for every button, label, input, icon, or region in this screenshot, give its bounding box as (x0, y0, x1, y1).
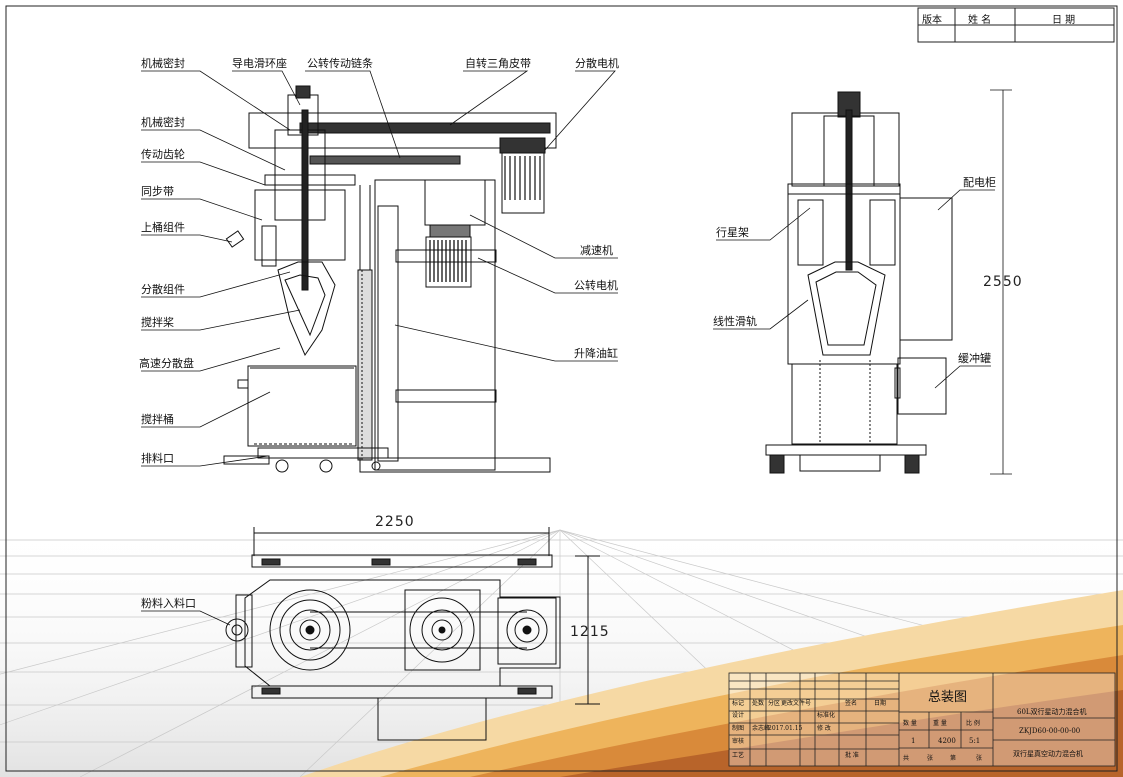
callout-disperser-motor: 分散电机 (575, 57, 619, 70)
callout-mechanical-seal-top: 机械密封 (141, 57, 185, 70)
side-leaders (713, 189, 995, 389)
tb-stat-quantity: 数 量 (903, 720, 917, 727)
callout-lift-cylinder: 升降油缸 (574, 347, 618, 360)
tb-drawn-date: 2017.01.15 (768, 725, 803, 732)
callout-revolution-chain: 公转传动链条 (307, 57, 373, 70)
callout-powder-inlet: 粉料入料口 (141, 597, 196, 610)
callout-reducer: 减速机 (580, 244, 613, 257)
callout-slip-ring-seat: 导电滑环座 (232, 57, 287, 70)
tb-sheet-total-suffix: 张 (927, 755, 934, 762)
rev-header-name: 姓 名 (968, 15, 992, 26)
revision-table (917, 7, 1115, 43)
tb-process: 工艺 (732, 752, 745, 759)
callout-agitator-paddle: 搅拌桨 (141, 316, 174, 329)
callout-upper-tank-assembly: 上桶组件 (141, 221, 185, 234)
drawing-sheet: 版本 姓 名 日 期 机械密封 导电滑环座 公转传动链条 自转三角皮带 分散电机… (0, 0, 1123, 777)
dimension-width: 1215 (570, 624, 610, 640)
dimension-length: 2250 (375, 514, 415, 530)
callout-discharge-port: 排料口 (141, 452, 174, 465)
rev-header-date: 日 期 (1052, 15, 1076, 26)
tb-stat-weight: 重 量 (933, 720, 947, 727)
callout-buffer-tank: 缓冲罐 (958, 352, 991, 365)
tb-date: 日期 (874, 700, 887, 707)
tb-sheet-no-suffix: 张 (976, 755, 983, 762)
callout-rotation-vbelt: 自转三角皮带 (465, 57, 531, 70)
callout-control-cabinet: 配电柜 (963, 176, 996, 189)
tb-product-name: 60L双行星动力混合机 (1017, 708, 1087, 716)
tb-quantity-value: 1 (911, 737, 916, 745)
drawing-title: 总装图 (928, 690, 968, 705)
rev-header-version: 版本 (922, 15, 942, 26)
tb-drawn: 制图 (732, 725, 745, 732)
tb-sheet-total-prefix: 共 (903, 755, 910, 762)
tb-mark: 标记 (732, 700, 745, 707)
callout-high-speed-disc: 高速分散盘 (139, 357, 194, 370)
callout-mixing-tank: 搅拌桶 (141, 413, 174, 426)
callout-drive-gear: 传动齿轮 (141, 148, 185, 161)
callout-linear-rail: 线性滑轨 (713, 315, 757, 328)
tb-weight-value: 4200 (938, 737, 956, 745)
side-view (765, 91, 953, 474)
tb-zone: 分区 (768, 700, 781, 707)
tb-sheet-no-prefix: 第 (950, 755, 957, 762)
tb-count: 处数 (752, 700, 765, 707)
tb-review: 审核 (732, 738, 745, 745)
tb-signature: 签名 (845, 700, 858, 707)
callout-planetary-frame: 行星架 (716, 226, 749, 239)
callout-mechanical-seal: 机械密封 (141, 116, 185, 129)
callout-disperser-assembly: 分散组件 (141, 283, 185, 296)
tb-stat-scale: 比 例 (966, 720, 980, 727)
tb-revise: 修 改 (817, 725, 831, 732)
front-view (223, 85, 557, 473)
tb-approve: 批 准 (845, 752, 859, 759)
tb-drawing-number: ZKJD60-00-00-00 (1019, 727, 1081, 735)
tb-standardization: 标准化 (817, 712, 836, 719)
callout-timing-belt: 同步带 (141, 185, 174, 198)
dimension-height: 2550 (983, 274, 1023, 290)
tb-design: 设计 (732, 712, 745, 719)
callout-revolution-motor: 公转电机 (574, 279, 618, 292)
tb-scale-value: 5:1 (969, 737, 981, 745)
tb-product-full: 双行星真空动力混合机 (1013, 750, 1083, 758)
tb-change-doc: 更改文件号 (781, 700, 812, 707)
